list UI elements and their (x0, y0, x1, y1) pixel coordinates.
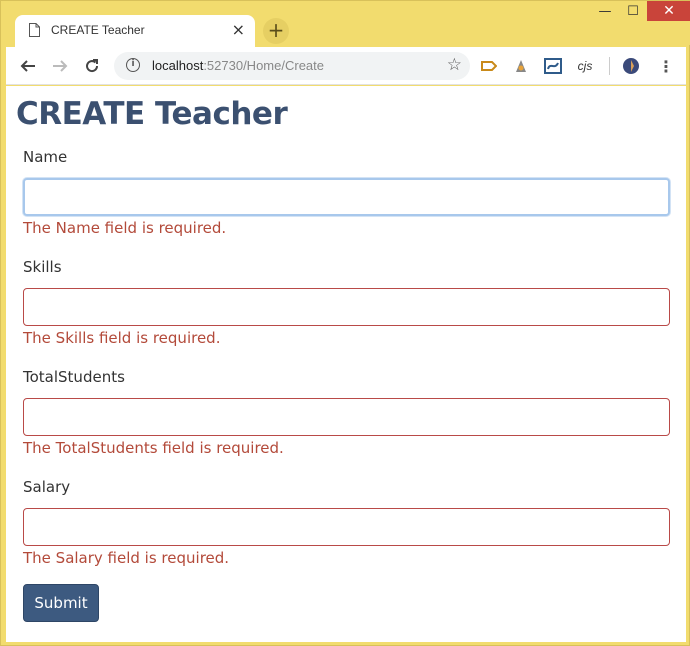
extension-icon[interactable] (479, 56, 499, 76)
cjs-extension-icon[interactable]: cjs (575, 56, 595, 76)
toolbar-separator (609, 57, 610, 75)
extension-icon[interactable] (543, 56, 563, 76)
close-icon[interactable]: × (232, 20, 245, 40)
back-arrow-icon[interactable] (16, 54, 40, 78)
skills-input[interactable] (23, 288, 670, 326)
submit-button[interactable]: Submit (23, 584, 99, 622)
field-label: Skills (23, 258, 62, 276)
validation-error: The TotalStudents field is required. (23, 439, 284, 457)
browser-window: CREATE Teacher × + — ☐ ✕ i localhost:527… (0, 0, 690, 646)
page-title: CREATE Teacher (16, 96, 288, 132)
browser-tab[interactable]: CREATE Teacher × (15, 15, 255, 47)
minimize-button[interactable]: — (591, 1, 619, 21)
totalstudents-input[interactable] (23, 398, 670, 436)
field-label: TotalStudents (23, 368, 125, 386)
page-content: CREATE Teacher Name The Name field is re… (6, 86, 686, 642)
name-field-group: Name The Name field is required. (23, 148, 670, 237)
field-label: Name (23, 148, 68, 166)
address-bar[interactable]: i localhost:52730/Home/Create ☆ (114, 52, 470, 80)
maximize-button[interactable]: ☐ (619, 1, 647, 21)
tab-title: CREATE Teacher (51, 23, 145, 37)
star-icon[interactable]: ☆ (447, 55, 462, 75)
forward-arrow-icon[interactable] (48, 54, 72, 78)
extension-icon[interactable] (621, 56, 641, 76)
salary-input[interactable] (23, 508, 670, 546)
extension-icon[interactable] (511, 56, 531, 76)
title-bar: CREATE Teacher × + — ☐ ✕ (1, 1, 690, 47)
reload-icon[interactable] (80, 54, 104, 78)
url-host: localhost (152, 58, 204, 73)
plus-icon[interactable]: + (263, 18, 289, 44)
validation-error: The Name field is required. (23, 219, 227, 237)
url-path: :52730/Home/Create (203, 58, 324, 73)
document-icon (29, 23, 40, 37)
menu-dots-icon[interactable]: ⋮ (656, 56, 676, 76)
salary-field-group: Salary The Salary field is required. (23, 478, 670, 567)
skills-field-group: Skills The Skills field is required. (23, 258, 670, 347)
totalstudents-field-group: TotalStudents The TotalStudents field is… (23, 368, 670, 457)
window-controls: — ☐ ✕ (591, 1, 690, 23)
name-input[interactable] (23, 178, 670, 216)
validation-error: The Salary field is required. (23, 549, 230, 567)
url-text[interactable]: localhost:52730/Home/Create (152, 58, 324, 73)
info-icon[interactable]: i (126, 58, 140, 72)
browser-toolbar: i localhost:52730/Home/Create ☆ cjs ⋮ (6, 47, 686, 85)
validation-error: The Skills field is required. (23, 329, 221, 347)
field-label: Salary (23, 478, 71, 496)
window-close-button[interactable]: ✕ (647, 1, 690, 21)
